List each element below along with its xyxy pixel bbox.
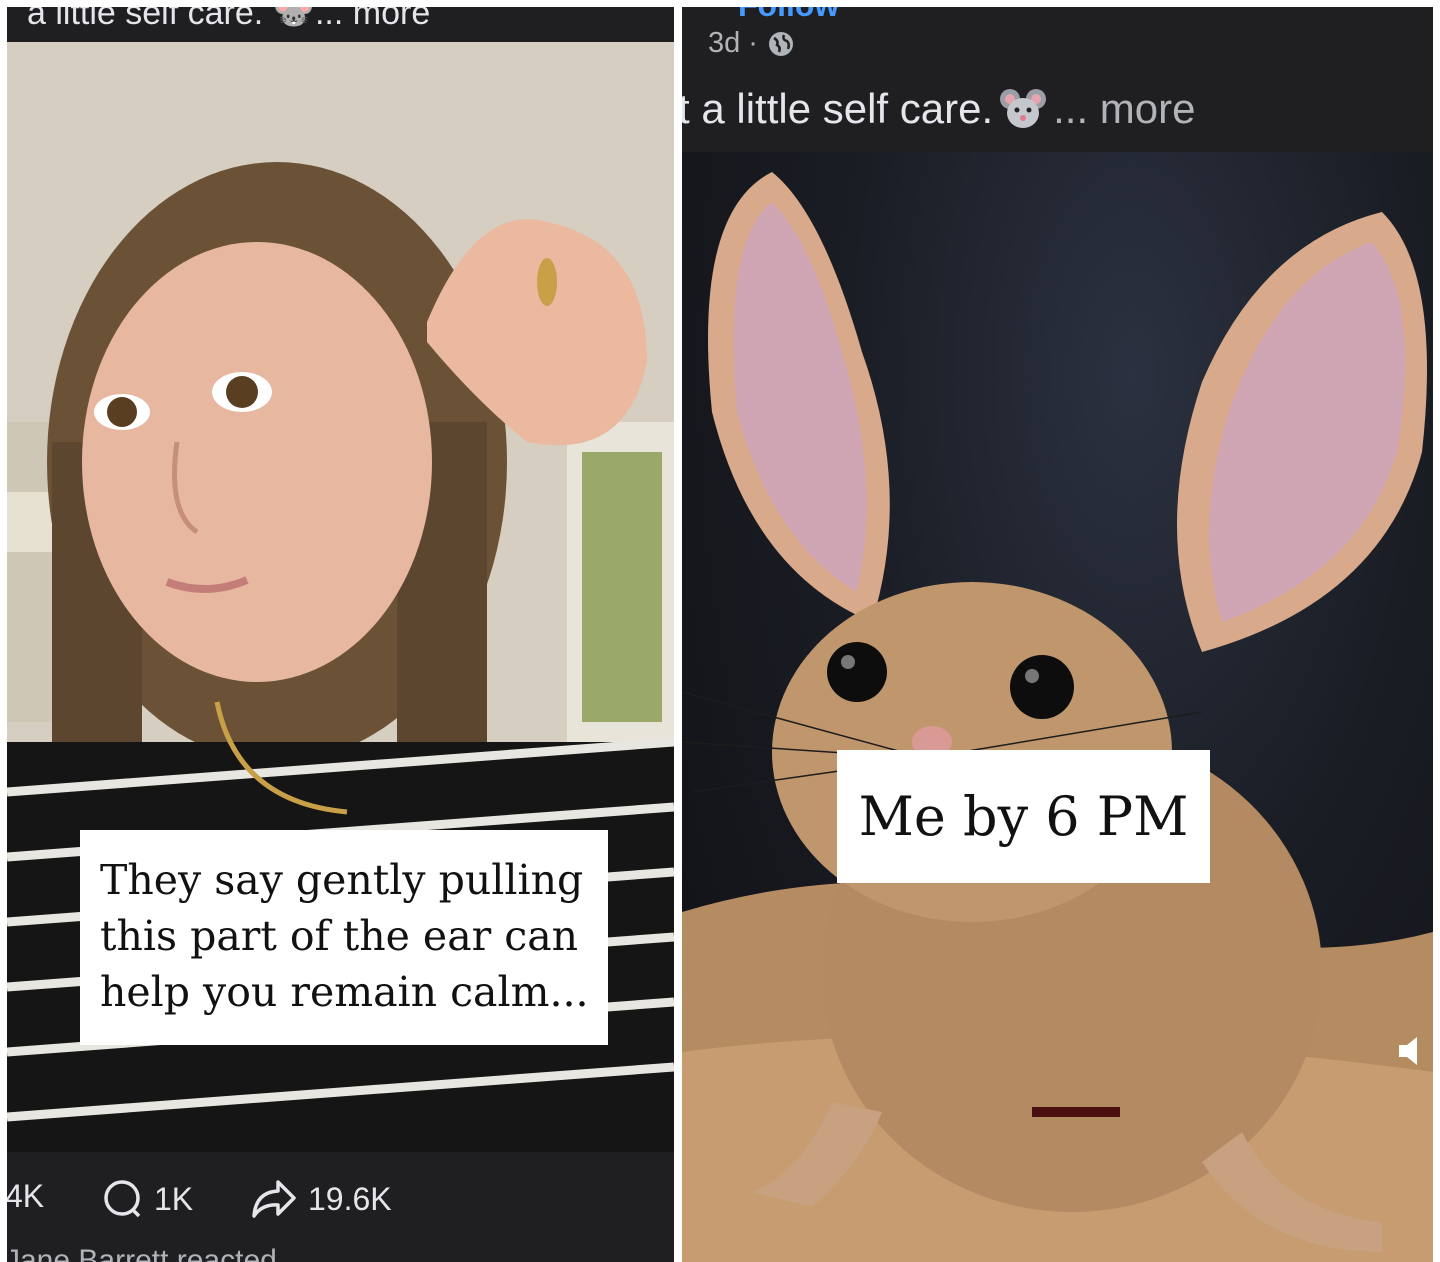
left-post-overlay-text: They say gently pulling this part of the… — [80, 830, 608, 1045]
mouse-emoji-icon — [999, 87, 1047, 131]
left-post-caption-bar: a little self care. 🐭... more — [7, 7, 674, 42]
share-count: 19.6K — [308, 1180, 392, 1217]
post-time[interactable]: 3d — [708, 27, 740, 60]
like-count: 4K — [7, 1178, 45, 1214]
like-count-button[interactable]: 4K — [7, 1178, 44, 1215]
globe-icon — [766, 29, 796, 59]
follow-button[interactable]: Follow — [738, 7, 839, 24]
right-post-overlay-text: Me by 6 PM — [837, 750, 1210, 883]
see-more-link[interactable]: ... more — [1053, 85, 1195, 133]
left-post: a little self care. 🐭... more They say g… — [7, 7, 674, 1262]
comment-button[interactable]: 1K — [102, 1178, 193, 1220]
post-text-content: t a little self care. — [682, 85, 994, 132]
post-text[interactable]: t a little self care. ... more — [682, 85, 1196, 133]
comment-count: 1K — [154, 1180, 194, 1217]
comment-icon — [102, 1178, 144, 1220]
share-button[interactable]: 19.6K — [250, 1178, 392, 1220]
right-post-photo[interactable] — [682, 152, 1433, 1262]
post-meta: 3d · — [708, 27, 796, 60]
left-post-action-bar: 4K 1K 19.6K Jane Barrett reacted — [7, 1152, 674, 1262]
volume-icon[interactable] — [1395, 1032, 1433, 1075]
meta-separator: · — [748, 27, 758, 59]
right-post: Follow 3d · t a little self care. ... mo… — [682, 7, 1433, 1262]
jerboa-photo — [682, 172, 1433, 1262]
left-post-caption[interactable]: a little self care. 🐭... more — [27, 7, 430, 33]
bottom-indicator — [1032, 1107, 1120, 1117]
share-icon — [250, 1178, 298, 1220]
reacted-line[interactable]: Jane Barrett reacted — [7, 1244, 277, 1262]
right-post-header: Follow 3d · t a little self care. ... mo… — [682, 7, 1433, 152]
